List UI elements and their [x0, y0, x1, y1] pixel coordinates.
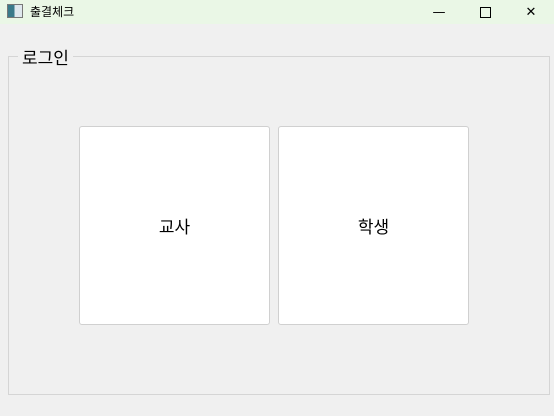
student-button[interactable]: 학생	[278, 126, 469, 325]
login-group-label: 로그인	[18, 44, 73, 69]
title-bar: 출결체크 — ✕	[0, 0, 554, 24]
minimize-button[interactable]: —	[416, 0, 462, 24]
teacher-button[interactable]: 교사	[79, 126, 270, 325]
app-icon	[7, 4, 23, 18]
student-button-label: 학생	[357, 218, 390, 238]
close-button[interactable]: ✕	[508, 0, 554, 24]
maximize-icon	[479, 6, 491, 18]
teacher-button-label: 교사	[158, 218, 191, 238]
close-icon: ✕	[525, 4, 537, 20]
minimize-icon: —	[432, 4, 446, 20]
window-title: 출결체크	[30, 5, 75, 19]
maximize-button[interactable]	[462, 0, 508, 24]
